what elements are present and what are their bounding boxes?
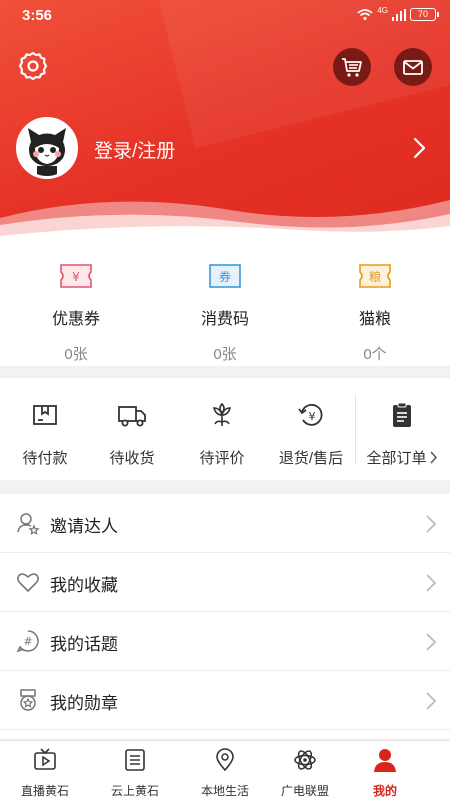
settings-button[interactable] [17,50,49,82]
clipboard-icon [393,402,411,427]
tab-broadcast-alliance[interactable]: 广电联盟 [265,747,345,799]
header-wave [0,200,450,240]
cart-icon [342,58,362,77]
status-bar: 3:56 4G 70 [0,0,450,32]
chevron-right-icon [426,515,437,533]
cat-food-icon: 粮 [359,264,391,288]
message-button[interactable] [394,48,432,86]
order-label: 待付款 [22,450,68,467]
menu-label: 邀请达人 [50,517,118,536]
order-label: 全部订单 [357,447,447,468]
tab-cloud-huangshi[interactable]: 云上黄石 [95,747,175,799]
topic-icon: # [16,630,39,653]
order-label: 退货/售后 [278,450,344,467]
asset-cat-food[interactable]: 粮 猫粮 0个 [315,262,435,364]
order-refund-aftersales[interactable]: ¥ 退货/售后 [266,400,356,468]
chevron-right-icon [426,633,437,651]
order-pending-review[interactable]: 待评价 [177,400,267,468]
svg-text:#: # [23,635,32,648]
profile-next-button[interactable] [407,136,431,160]
svg-text:粮: 粮 [369,269,381,284]
order-pending-receipt[interactable]: 待收货 [87,400,177,468]
menu-list: 邀请达人 我的收藏 # 我的话题 我的勋章 [0,494,450,738]
tab-label: 本地生活 [200,784,249,798]
person-icon [374,749,396,772]
location-icon [216,748,234,772]
tab-label: 直播黄石 [20,784,69,798]
heart-icon [17,573,39,592]
asset-consumption-code[interactable]: 券 消费码 0张 [165,262,285,364]
cart-button[interactable] [333,48,371,86]
gear-icon [18,51,48,81]
refund-icon: ¥ [298,403,323,426]
chevron-right-icon [429,451,437,464]
login-register-link[interactable]: 登录/注册 [94,136,175,163]
asset-count: 0张 [213,346,237,363]
invite-icon [17,513,40,535]
tab-local-life[interactable]: 本地生活 [185,747,265,799]
menu-label: 我的话题 [50,635,118,654]
svg-text:券: 券 [219,269,231,284]
signal-icon [392,8,406,21]
profile-header: 3:56 4G 70 登录/注册 [0,0,450,240]
status-icons: 4G 70 [357,6,439,21]
battery-icon: 70 [410,8,439,21]
tv-icon [34,748,56,770]
wallet-icon [33,405,57,425]
order-pending-payment[interactable]: 待付款 [0,400,90,468]
asset-label: 优惠券 [51,311,100,328]
order-label: 待收货 [109,450,155,467]
asset-count: 0张 [64,346,88,363]
asset-label: 猫粮 [358,311,391,328]
orders-section: 待付款 待收货 待评价 ¥ 退货/售后 全部订单 [0,378,450,480]
bottom-tab-bar: 直播黄石 云上黄石 本地生活 广电联盟 我的 [0,740,450,800]
tab-label: 我的 [372,784,397,798]
all-orders-label: 全部订单 [366,450,427,467]
avatar[interactable] [16,117,78,179]
menu-item-medals[interactable]: 我的勋章 [0,671,450,730]
chevron-right-icon [413,137,426,159]
menu-label: 我的勋章 [50,694,118,713]
assets-section: ¥ 优惠券 0张 券 消费码 0张 粮 猫粮 0个 [0,240,450,366]
orders-divider [355,394,356,464]
chevron-right-icon [426,692,437,710]
flower-icon [212,402,232,426]
tab-mine[interactable]: 我的 [345,747,425,799]
menu-item-topics[interactable]: # 我的话题 [0,612,450,671]
coupon-icon: ¥ [60,264,92,288]
asset-coupon[interactable]: ¥ 优惠券 0张 [16,262,136,364]
mail-icon [403,60,423,75]
list-icon [125,749,145,771]
svg-text:¥: ¥ [72,270,80,284]
atom-icon [294,750,316,770]
network-type: 4G [377,6,388,15]
asset-count: 0个 [363,346,387,363]
chevron-right-icon [426,574,437,592]
status-time: 3:56 [22,7,53,24]
asset-label: 消费码 [200,311,249,328]
truck-icon [118,406,146,427]
menu-label: 我的收藏 [50,576,118,595]
svg-text:¥: ¥ [309,410,316,423]
order-all[interactable]: 全部订单 [357,400,447,468]
menu-item-favorites[interactable]: 我的收藏 [0,553,450,612]
order-label: 待评价 [199,450,245,467]
tab-live-huangshi[interactable]: 直播黄石 [5,747,85,799]
cat-avatar-icon [28,128,66,176]
tab-label: 广电联盟 [280,784,329,798]
wifi-icon [357,8,373,20]
tab-label: 云上黄石 [110,784,159,798]
medal-icon [20,689,36,711]
menu-item-invite[interactable]: 邀请达人 [0,494,450,553]
voucher-icon: 券 [209,264,241,288]
